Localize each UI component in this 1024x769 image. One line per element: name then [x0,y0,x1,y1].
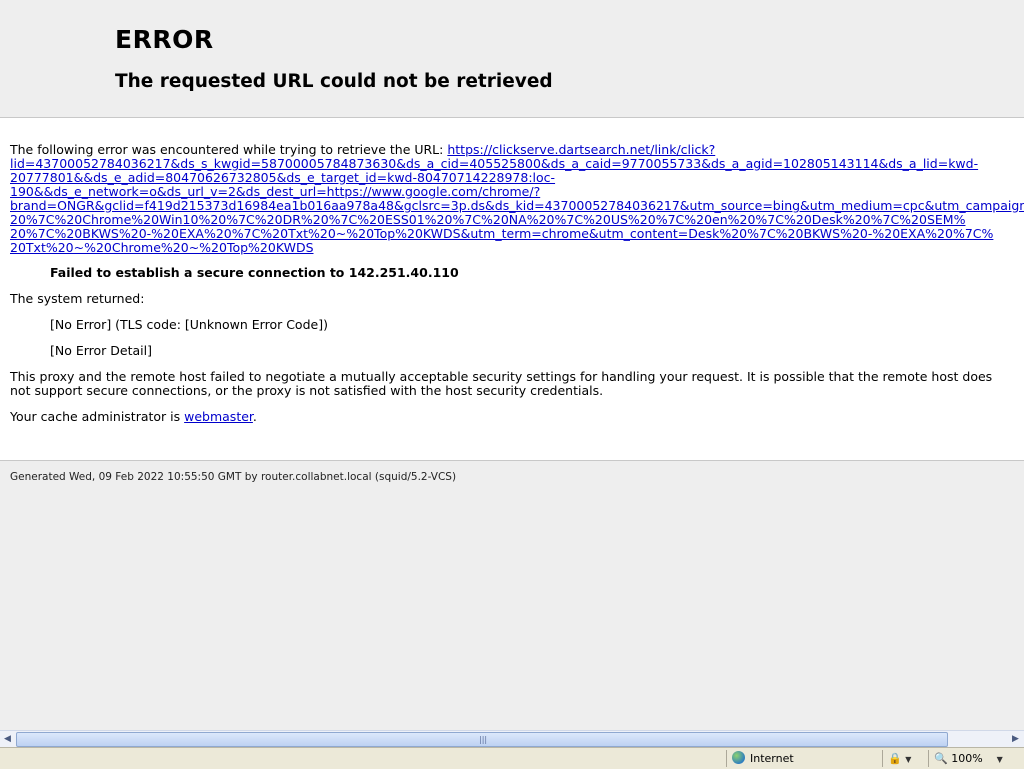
chevron-down-icon: ▼ [905,755,912,764]
page-subtitle: The requested URL could not be retrieved [115,71,553,92]
requested-url-link-part-1[interactable]: https://clickserve.dartsearch.net/link/c… [447,142,715,157]
proxy-explanation-line-1: This proxy and the remote host failed to… [10,369,993,384]
error-header: ERROR The requested URL could not be ret… [0,0,1024,118]
status-divider [928,750,929,767]
scroll-left-arrow-icon[interactable]: ◀ [0,732,15,746]
error-code-line: [No Error] (TLS code: [Unknown Error Cod… [50,317,328,332]
status-divider [882,750,883,767]
cache-admin-suffix: . [252,409,257,424]
requested-url-link-part-7[interactable]: 20%7C%20BKWS%20-%20EXA%20%7C%20Txt%20~%2… [10,227,993,241]
failure-message: Failed to establish a secure connection … [50,265,459,280]
cache-admin-prefix: Your cache administrator is [10,409,185,424]
scroll-right-arrow-icon[interactable]: ▶ [1008,732,1023,746]
error-detail-line: [No Error Detail] [50,343,152,358]
globe-icon [732,751,745,764]
webmaster-link[interactable]: webmaster [184,409,253,424]
zoom-control[interactable]: 🔍 100% ▼ [934,751,1003,767]
requested-url-link-part-8[interactable]: 20Txt%20~%20Chrome%20~%20Top%20KWDS [10,241,314,255]
horizontal-scrollbar[interactable]: ◀ ||| ▶ [0,730,1024,747]
requested-url-link-part-5[interactable]: brand=ONGR&gclid=f419d215373d16984ea1b01… [10,199,1024,213]
proxy-explanation-line-2: not support secure connections, or the p… [10,383,604,398]
protected-mode-indicator[interactable]: 🔒 ▼ [888,751,911,767]
cache-admin-line: Your cache administrator is webmaster. [10,410,257,424]
zone-label: Internet [750,752,794,765]
requested-url-link-part-4[interactable]: 190&&ds_e_network=o&ds_url_v=2&ds_dest_u… [10,185,540,199]
status-bar: Internet 🔒 ▼ 🔍 100% ▼ [0,747,1024,769]
magnifier-icon: 🔍 [934,752,948,765]
requested-url-link-part-3[interactable]: 20777801&&ds_e_adid=80470626732805&ds_e_… [10,171,555,185]
error-content: The following error was encountered whil… [0,118,1024,461]
security-zone[interactable]: Internet [732,751,794,766]
scrollbar-thumb[interactable]: ||| [16,732,948,747]
requested-url-link-part-2[interactable]: lid=43700052784036217&ds_s_kwgid=5870000… [10,157,978,171]
lock-icon: 🔒 [888,752,902,765]
status-divider [726,750,727,767]
page-title: ERROR [115,25,214,54]
requested-url-link-part-6[interactable]: 20%7C%20Chrome%20Win10%20%7C%20DR%20%7C%… [10,213,965,227]
browser-viewport: ERROR The requested URL could not be ret… [0,0,1024,730]
zoom-level: 100% [951,752,983,765]
generated-footer: Generated Wed, 09 Feb 2022 10:55:50 GMT … [10,471,457,483]
intro-text: The following error was encountered whil… [10,142,448,157]
chevron-down-icon: ▼ [996,755,1003,764]
system-returned-label: The system returned: [10,291,145,306]
scrollbar-grip-icon: ||| [479,735,488,744]
intro-line: The following error was encountered whil… [10,143,715,157]
